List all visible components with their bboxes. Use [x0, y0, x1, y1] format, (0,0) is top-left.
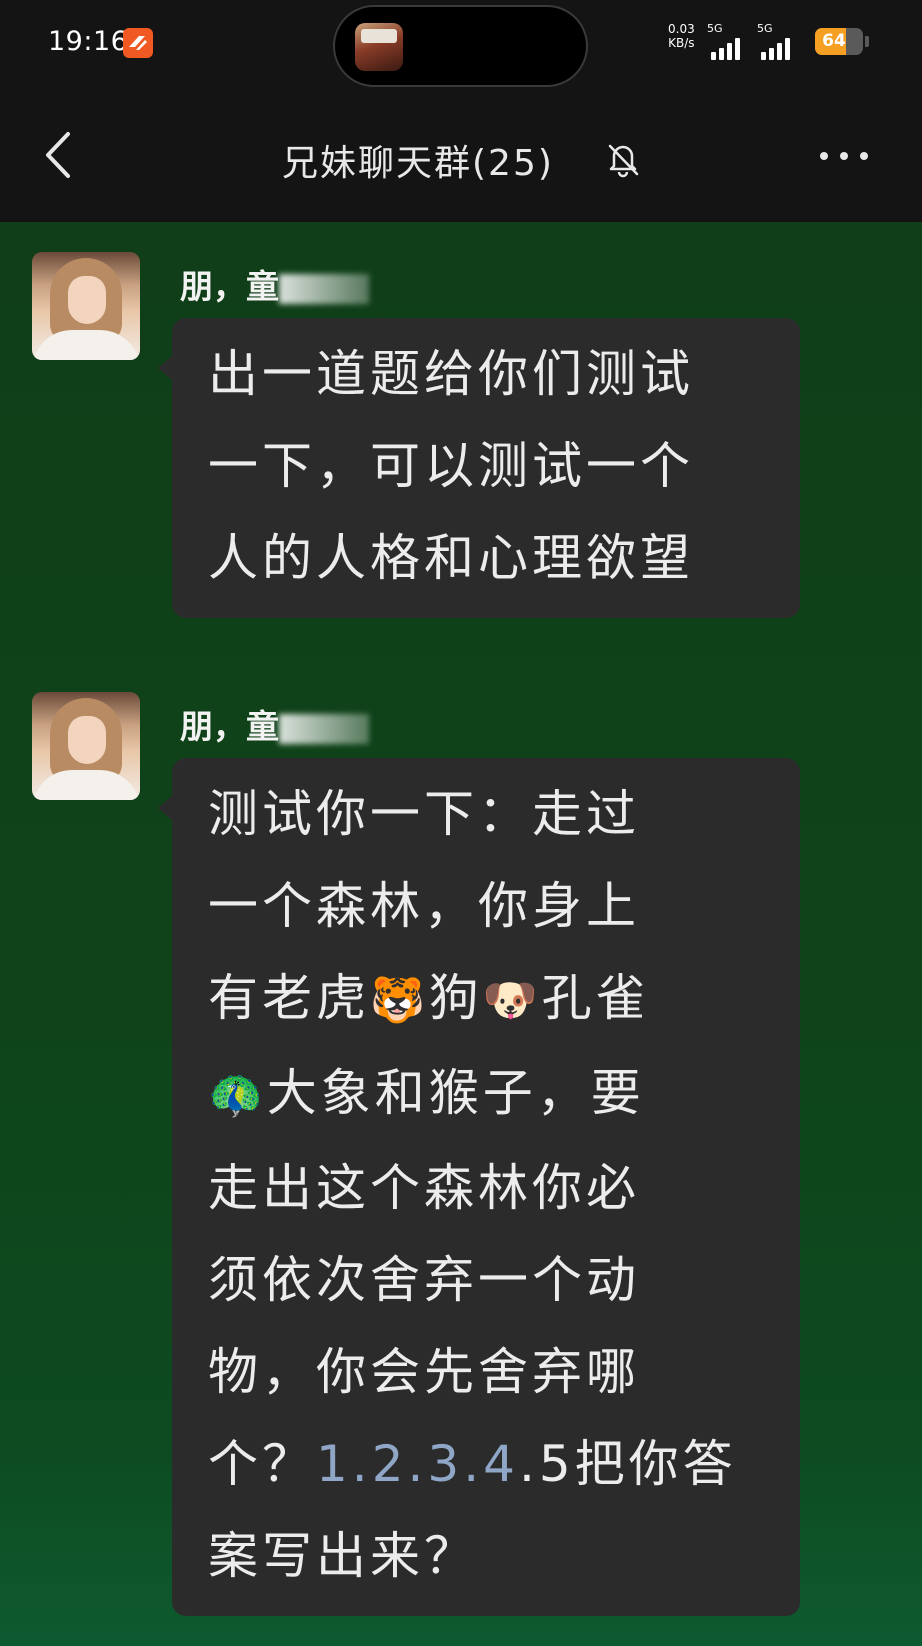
message-line: 物，你会先舍弃哪 [208, 1343, 640, 1401]
sender-name: 朋，童 [180, 260, 369, 308]
dog-emoji-icon: 🐶 [482, 975, 542, 1026]
battery-icon: 64 [815, 28, 863, 55]
network-speed-value: 0.03 [668, 22, 695, 36]
more-button[interactable] [820, 150, 870, 166]
signal-label: 5G [707, 22, 723, 35]
bell-off-icon [608, 144, 639, 178]
message-bubble[interactable]: 出一道题给你们测试 一下，可以测试一个 人的人格和心理欲望 [158, 318, 800, 618]
chevron-left-icon [46, 132, 70, 178]
network-speed-unit: KB/s [668, 36, 695, 50]
message-line: 一个森林，你身上 [208, 877, 640, 935]
tiger-emoji-icon: 🐯 [370, 975, 429, 1026]
message-line: 有老虎🐯狗🐶孔雀 [208, 969, 650, 1027]
group-title: 兄妹聊天群(25) [282, 143, 554, 184]
battery-cap [865, 36, 869, 47]
message-line: 测试你一下：走过 [208, 785, 640, 843]
back-button[interactable] [40, 130, 80, 180]
message-line: 走出这个森林你必 [208, 1159, 640, 1217]
avatar[interactable] [32, 692, 140, 800]
redacted-blur [279, 713, 369, 744]
message-line: 个？1.2.3.4.5把你答 [208, 1435, 737, 1493]
battery-text: 64 [822, 31, 846, 51]
avatar[interactable] [32, 252, 140, 360]
peacock-emoji-icon: 🦚 [208, 1070, 267, 1121]
dynamic-island[interactable] [333, 5, 588, 87]
message-bubble[interactable]: 测试你一下：走过 一个森林，你身上 有老虎🐯狗🐶孔雀 🦚大象和猴子，要 走出这个… [158, 758, 800, 1616]
chat-area[interactable]: 朋，童 出一道题给你们测试 一下，可以测试一个 人的人格和心理欲望 朋，童 测试… [0, 222, 922, 1646]
signal-label: 5G [757, 22, 773, 35]
chat-header: 兄妹聊天群(25) [0, 90, 922, 222]
sender-name: 朋，童 [180, 700, 369, 748]
app-notification-icon [123, 28, 153, 58]
redacted-blur [279, 273, 369, 304]
message-line: 一下，可以测试一个 [208, 437, 694, 495]
message-line: 案写出来？ [208, 1527, 478, 1585]
network-speed: 0.03 KB/s [668, 22, 695, 50]
phone-number-link[interactable]: 1.2.3.4 [316, 1435, 519, 1493]
message-line: 🦚大象和猴子，要 [208, 1064, 645, 1122]
status-bar: 19:16 0.03 KB/s 5G 5G 64 [0, 0, 922, 90]
message-line: 人的人格和心理欲望 [208, 529, 694, 587]
message-line: 出一道题给你们测试 [208, 345, 694, 403]
media-thumbnail [355, 23, 403, 71]
status-time: 19:16 [48, 26, 129, 57]
message-line: 须依次舍弃一个动 [208, 1251, 640, 1309]
